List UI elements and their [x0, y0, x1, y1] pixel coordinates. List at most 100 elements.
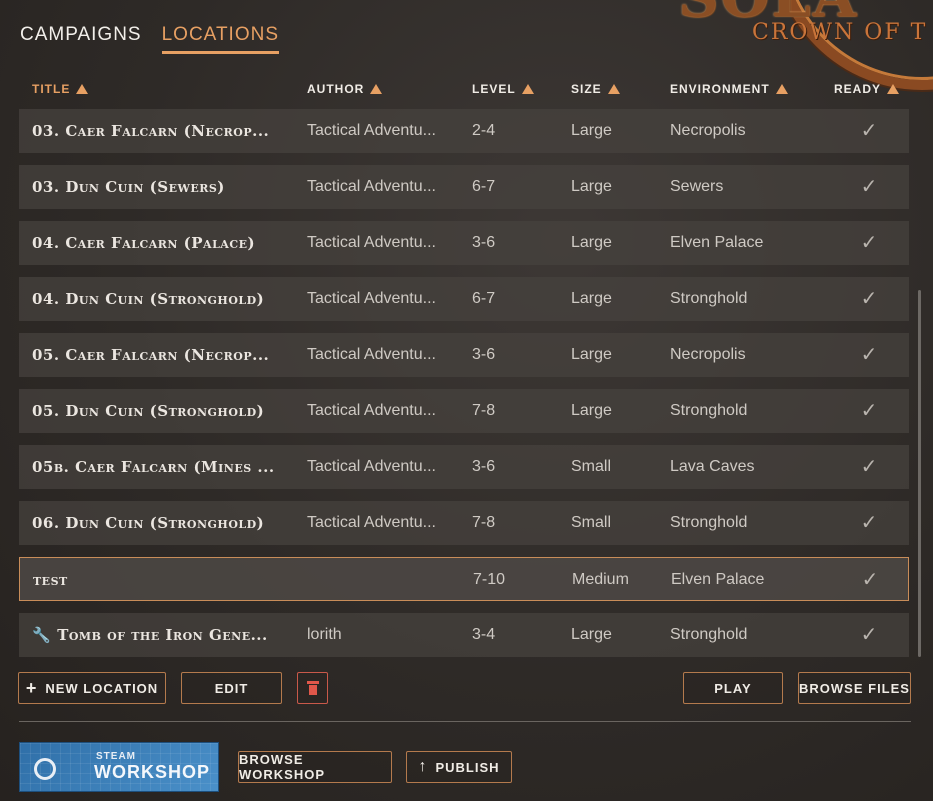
row-author: Tactical Adventu... [307, 514, 436, 531]
row-author: Tactical Adventu... [307, 234, 436, 251]
row-environment: Necropolis [670, 122, 746, 139]
browse-workshop-button[interactable]: BROWSE WORKSHOP [238, 751, 392, 783]
row-level: 6-7 [472, 178, 496, 195]
steam-logo-icon [34, 758, 56, 780]
table-row[interactable]: 04. Caer Falcarn (Palace) Tactical Adven… [19, 221, 909, 265]
table-row[interactable]: 🔧 Tomb of the Iron Gene... lorith 3-4 Lar… [19, 613, 909, 657]
table-row[interactable]: 03. Caer Falcarn (Necrop... Tactical Adv… [19, 109, 909, 153]
row-environment: Necropolis [670, 346, 746, 363]
row-title: 04. Dun Cuin (Stronghold) [32, 277, 294, 321]
play-button[interactable]: PLAY [683, 672, 783, 704]
row-size: Small [571, 514, 612, 531]
column-level-label: LEVEL [472, 82, 516, 96]
column-header-title[interactable]: TITLE [32, 82, 89, 96]
row-environment: Lava Caves [670, 458, 755, 475]
column-author-label: AUTHOR [307, 82, 365, 96]
trash-icon [306, 681, 319, 695]
table-row[interactable]: 03. Dun Cuin (Sewers) Tactical Adventu..… [19, 165, 909, 209]
row-environment: Stronghold [670, 626, 748, 643]
row-title: 05. Dun Cuin (Stronghold) [32, 389, 294, 433]
sort-asc-icon [775, 84, 788, 94]
row-title-text: 03. Dun Cuin (Sewers) [32, 178, 225, 196]
column-size-label: SIZE [571, 82, 602, 96]
publish-button[interactable]: ↑ PUBLISH [406, 751, 512, 783]
row-title: 🔧 Tomb of the Iron Gene... [32, 613, 294, 657]
check-icon: ✓ [861, 569, 879, 591]
row-level: 3-4 [472, 626, 496, 643]
edit-label: EDIT [214, 680, 249, 696]
row-size: Large [571, 122, 612, 139]
row-title: 06. Dun Cuin (Stronghold) [32, 501, 294, 545]
browse-files-label: BROWSE FILES [799, 680, 910, 696]
edit-button[interactable]: EDIT [181, 672, 282, 704]
row-environment: Elven Palace [671, 571, 765, 588]
row-environment: Stronghold [670, 514, 748, 531]
row-title: 03. Dun Cuin (Sewers) [32, 165, 294, 209]
row-title: 04. Caer Falcarn (Palace) [32, 221, 294, 265]
check-icon: ✓ [860, 120, 878, 142]
tab-campaigns[interactable]: CAMPAIGNS [20, 24, 142, 54]
check-icon: ✓ [860, 176, 878, 198]
table-row[interactable]: 04. Dun Cuin (Stronghold) Tactical Adven… [19, 277, 909, 321]
row-size: Large [571, 346, 612, 363]
check-icon: ✓ [860, 288, 878, 310]
check-icon: ✓ [860, 344, 878, 366]
row-size: Large [571, 178, 612, 195]
arrow-up-icon: ↑ [418, 758, 428, 775]
row-environment: Elven Palace [670, 234, 764, 251]
check-icon: ✓ [860, 624, 878, 646]
row-title-text: 06. Dun Cuin (Stronghold) [32, 514, 265, 532]
row-author: Tactical Adventu... [307, 402, 436, 419]
row-title-text: 05. Dun Cuin (Stronghold) [32, 402, 265, 420]
row-title-text: 05b. Caer Falcarn (Mines ... [32, 458, 275, 476]
column-header-ready[interactable]: READY [834, 82, 900, 96]
browse-files-button[interactable]: BROWSE FILES [798, 672, 911, 704]
column-header-author[interactable]: AUTHOR [307, 82, 383, 96]
row-level: 7-10 [473, 571, 506, 588]
check-icon: ✓ [860, 400, 878, 422]
sort-asc-icon [370, 84, 383, 94]
row-size: Medium [572, 571, 629, 588]
table-row[interactable]: 05. Caer Falcarn (Necrop... Tactical Adv… [19, 333, 909, 377]
row-title-text: 03. Caer Falcarn (Necrop... [32, 122, 270, 140]
row-title-text: 05. Caer Falcarn (Necrop... [32, 346, 270, 364]
new-location-button[interactable]: + NEW LOCATION [18, 672, 166, 704]
logo-subtitle: CROWN OF T [752, 20, 928, 45]
check-icon: ✓ [860, 456, 878, 478]
table-row[interactable]: 05b. Caer Falcarn (Mines ... Tactical Ad… [19, 445, 909, 489]
row-author: Tactical Adventu... [307, 178, 436, 195]
scrollbar[interactable] [918, 290, 921, 657]
plus-icon: + [25, 677, 38, 698]
table-row[interactable]: test 7-10 Medium Elven Palace ✓ [19, 557, 909, 601]
location-list[interactable]: 03. Caer Falcarn (Necrop... Tactical Adv… [19, 109, 909, 657]
row-title-text: Tomb of the Iron Gene... [57, 626, 268, 644]
row-title-text: 04. Dun Cuin (Stronghold) [32, 290, 265, 308]
row-author: Tactical Adventu... [307, 290, 436, 307]
row-title: test [33, 558, 295, 602]
column-header-level[interactable]: LEVEL [472, 82, 534, 96]
row-author: Tactical Adventu... [307, 458, 436, 475]
new-location-label: NEW LOCATION [45, 680, 159, 696]
table-row[interactable]: 06. Dun Cuin (Stronghold) Tactical Adven… [19, 501, 909, 545]
row-title: 05. Caer Falcarn (Necrop... [32, 333, 294, 377]
row-environment: Stronghold [670, 402, 748, 419]
row-size: Large [571, 234, 612, 251]
table-row[interactable]: 05. Dun Cuin (Stronghold) Tactical Adven… [19, 389, 909, 433]
row-environment: Sewers [670, 178, 724, 195]
row-level: 3-6 [472, 234, 496, 251]
steam-workshop-banner[interactable]: STEAM WORKSHOP [19, 742, 219, 792]
table-header: TITLE AUTHOR LEVEL SIZE ENVIRONMENT READ… [19, 81, 909, 99]
publish-label: PUBLISH [435, 759, 500, 775]
row-level: 7-8 [472, 402, 496, 419]
row-level: 7-8 [472, 514, 496, 531]
row-title-text: 04. Caer Falcarn (Palace) [32, 234, 256, 252]
tab-locations[interactable]: LOCATIONS [161, 24, 279, 54]
column-header-size[interactable]: SIZE [571, 82, 620, 96]
steam-label: STEAM [96, 751, 136, 762]
column-header-environment[interactable]: ENVIRONMENT [670, 82, 788, 96]
delete-button[interactable] [297, 672, 328, 704]
workshop-label: WORKSHOP [94, 762, 210, 782]
row-author [308, 558, 453, 602]
column-ready-label: READY [834, 82, 882, 96]
row-size: Large [571, 626, 612, 643]
